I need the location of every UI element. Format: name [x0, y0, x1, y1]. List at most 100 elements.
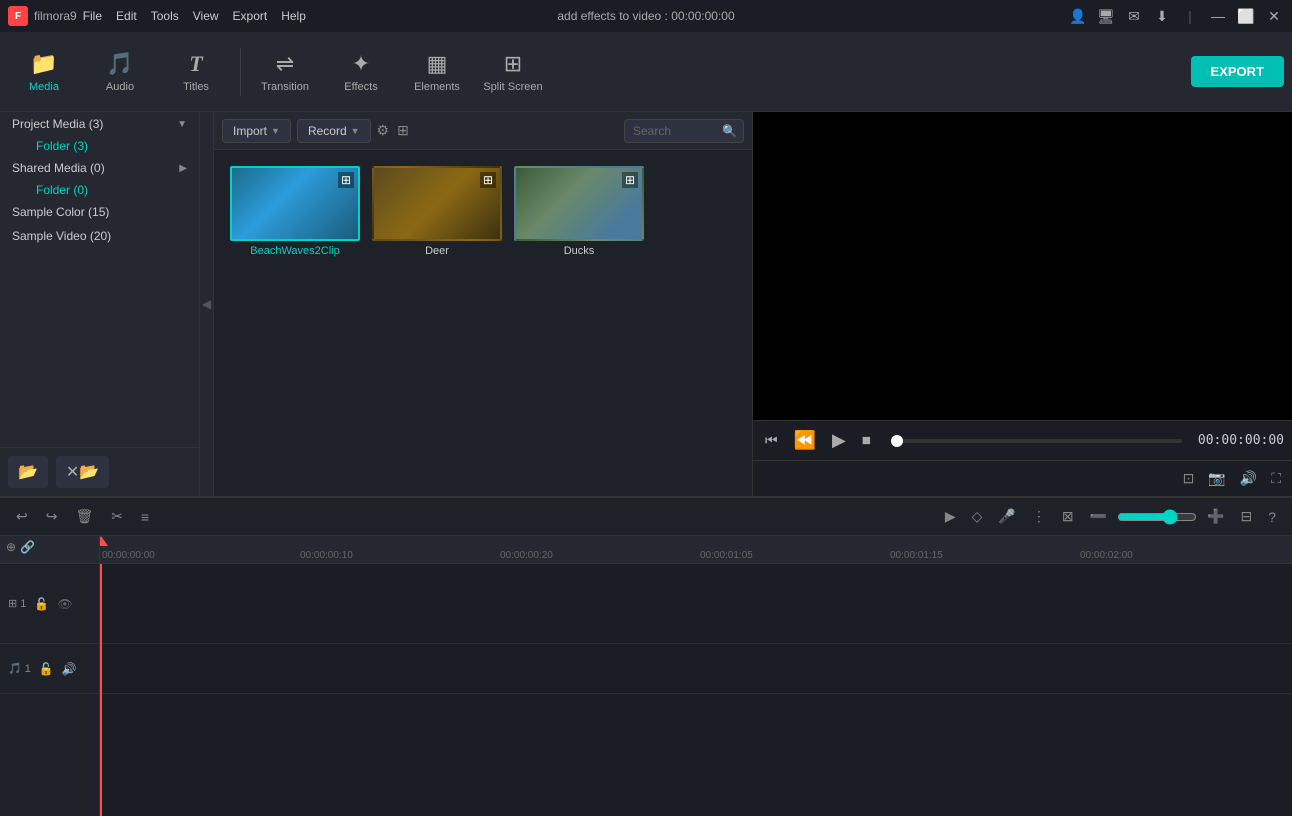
menu-tools[interactable]: Tools: [151, 9, 179, 23]
record-label: Record: [308, 124, 347, 138]
help-button[interactable]: ?: [1262, 505, 1282, 529]
link-button[interactable]: 🔗: [20, 540, 35, 554]
menu-export[interactable]: Export: [233, 9, 268, 23]
play-slow-button[interactable]: ⏪: [790, 426, 820, 455]
download-icon[interactable]: ⬇: [1152, 8, 1172, 25]
adjust-button[interactable]: ≡: [135, 505, 155, 529]
media-item-ducks[interactable]: ⊞ Ducks: [514, 166, 644, 257]
timeline-container: ↩ ↪ 🗑 ✂ ≡ ▶ ◇ 🎤 ⋮ ⊠ ➖ ➕ ⊟ ? ⊕ 🔗: [0, 496, 1292, 816]
undo-button[interactable]: ↩: [10, 504, 34, 529]
record-dropdown-icon: ▼: [351, 126, 360, 136]
toolbar-effects-label: Effects: [344, 81, 377, 93]
media-item-beach[interactable]: ⊞ BeachWaves2Clip: [230, 166, 360, 257]
sidebar-item-folder-3[interactable]: Folder (3): [24, 136, 199, 156]
toolbar-audio[interactable]: 🎵 Audio: [84, 38, 156, 106]
media-search[interactable]: 🔍: [624, 119, 744, 143]
app-name: filmora9: [34, 9, 77, 23]
window-title: add effects to video : 00:00:00:00: [557, 9, 734, 23]
folder-3-label: Folder (3): [36, 139, 88, 153]
mail-icon[interactable]: ✉: [1124, 8, 1144, 25]
resize-preview-button[interactable]: ⊡: [1180, 467, 1198, 490]
search-input[interactable]: [633, 124, 718, 138]
lock-audio-button[interactable]: 🔓: [37, 660, 56, 678]
toolbar-elements[interactable]: ▦ Elements: [401, 38, 473, 106]
sidebar-collapse-handle[interactable]: ◀: [200, 112, 214, 496]
timeline-main: ⊕ 🔗 ⊞ 1 🔓 👁 🎵 1 🔓 🔊: [0, 536, 1292, 816]
snap-button[interactable]: ⋮: [1026, 504, 1052, 529]
preview-timeline[interactable]: [891, 439, 1182, 443]
timeline-toolbar: ↩ ↪ 🗑 ✂ ≡ ▶ ◇ 🎤 ⋮ ⊠ ➖ ➕ ⊟ ?: [0, 498, 1292, 536]
grid-view-icon[interactable]: ⊞: [397, 122, 409, 139]
import-button[interactable]: Import ▼: [222, 119, 291, 143]
zoom-in-button[interactable]: ➕: [1201, 504, 1230, 529]
toolbar-transition[interactable]: ⇌ Transition: [249, 38, 321, 106]
record-button[interactable]: Record ▼: [297, 119, 371, 143]
delete-media-button[interactable]: ✕📂: [56, 456, 109, 488]
eye-video-button[interactable]: 👁: [55, 595, 74, 613]
ruler-mark-2: 00:00:00:20: [500, 550, 553, 561]
minimize-button[interactable]: —: [1208, 8, 1228, 24]
sidebar-item-sample-video[interactable]: Sample Video (20): [0, 224, 199, 248]
fullscreen-button[interactable]: ⛶: [1268, 467, 1284, 490]
toolbar-effects[interactable]: ✦ Effects: [325, 38, 397, 106]
delete-button[interactable]: 🗑: [69, 504, 99, 529]
lock-video-button[interactable]: 🔓: [32, 595, 51, 613]
prev-frame-button[interactable]: ⏮: [761, 428, 782, 453]
play-button[interactable]: ▶: [828, 426, 850, 455]
screen-icon[interactable]: 🖥: [1096, 8, 1116, 25]
redo-button[interactable]: ↪: [40, 504, 64, 529]
toolbar-titles[interactable]: T Titles: [160, 38, 232, 106]
timeline-right-tools: ▶ ◇ 🎤 ⋮ ⊠ ➖ ➕ ⊟ ?: [939, 504, 1282, 529]
shared-media-label: Shared Media (0): [12, 161, 105, 175]
track-icons-audio: 🔓 🔊: [37, 660, 79, 678]
stop-button[interactable]: ⏹: [858, 426, 875, 455]
maximize-button[interactable]: ⬜: [1236, 8, 1256, 25]
titlebar-menu[interactable]: File Edit Tools View Export Help: [83, 9, 306, 23]
media-item-deer[interactable]: ⊞ Deer: [372, 166, 502, 257]
filter-icon[interactable]: ⚙: [377, 122, 390, 139]
account-icon[interactable]: 👤: [1068, 8, 1088, 25]
playhead[interactable]: [100, 564, 102, 816]
menu-edit[interactable]: Edit: [116, 9, 137, 23]
toolbar-media[interactable]: 📁 Media: [8, 38, 80, 106]
chevron-right-icon: ▶: [179, 163, 187, 174]
toolbar-splitscreen[interactable]: ⊞ Split Screen: [477, 38, 549, 106]
screenshot-button[interactable]: 📷: [1205, 467, 1228, 490]
window-controls[interactable]: 👤 🖥 ✉ ⬇ | — ⬜ ✕: [1068, 8, 1284, 25]
preview-toolbar: ⊡ 📷 🔊 ⛶: [753, 460, 1292, 496]
preview-controls: ⏮ ⏪ ▶ ⏹ 00:00:00:00: [753, 420, 1292, 460]
export-button[interactable]: EXPORT: [1191, 56, 1284, 87]
timeline-ruler: 00:00:00:00 00:00:00:10 00:00:00:20 00:0…: [100, 536, 1292, 564]
media-name-ducks: Ducks: [564, 245, 595, 257]
marker-button[interactable]: ◇: [966, 504, 989, 529]
menu-file[interactable]: File: [83, 9, 102, 23]
sidebar-bottom: 📂 ✕📂: [0, 447, 199, 496]
play-timeline-button[interactable]: ▶: [939, 504, 962, 529]
audio-track-header: 🎵 1 🔓 🔊: [0, 644, 99, 694]
menu-view[interactable]: View: [193, 9, 219, 23]
add-media-button[interactable]: 📂: [8, 456, 48, 488]
voiceover-button[interactable]: 🎤: [992, 504, 1021, 529]
media-panel: Import ▼ Record ▼ ⚙ ⊞ 🔍 ⊞ BeachWaves2Cli…: [214, 112, 752, 496]
sidebar-item-sample-color[interactable]: Sample Color (15): [0, 200, 199, 224]
titles-icon: T: [189, 51, 202, 77]
media-thumb-beach: ⊞: [230, 166, 360, 241]
collapse-icon: ◀: [202, 297, 211, 311]
toolbar-audio-label: Audio: [106, 81, 134, 93]
volume-button[interactable]: 🔊: [1237, 467, 1260, 490]
magnetic-snap-button[interactable]: ⊕: [6, 540, 16, 554]
tracks-content: [100, 564, 1292, 816]
mute-audio-button[interactable]: 🔊: [60, 660, 79, 678]
transition-icon: ⇌: [276, 51, 294, 77]
split-screen-toggle[interactable]: ⊟: [1234, 504, 1258, 529]
toolbar-media-label: Media: [29, 81, 59, 93]
split-view-button[interactable]: ⊠: [1056, 504, 1080, 529]
cut-button[interactable]: ✂: [105, 504, 129, 529]
menu-help[interactable]: Help: [281, 9, 306, 23]
zoom-out-button[interactable]: ➖: [1084, 504, 1113, 529]
zoom-slider[interactable]: [1117, 509, 1197, 525]
sidebar-item-folder-0[interactable]: Folder (0): [24, 180, 199, 200]
close-button[interactable]: ✕: [1264, 8, 1284, 25]
sidebar-item-shared-media[interactable]: Shared Media (0) ▶: [0, 156, 199, 180]
sidebar-item-project-media[interactable]: Project Media (3) ▼: [0, 112, 199, 136]
